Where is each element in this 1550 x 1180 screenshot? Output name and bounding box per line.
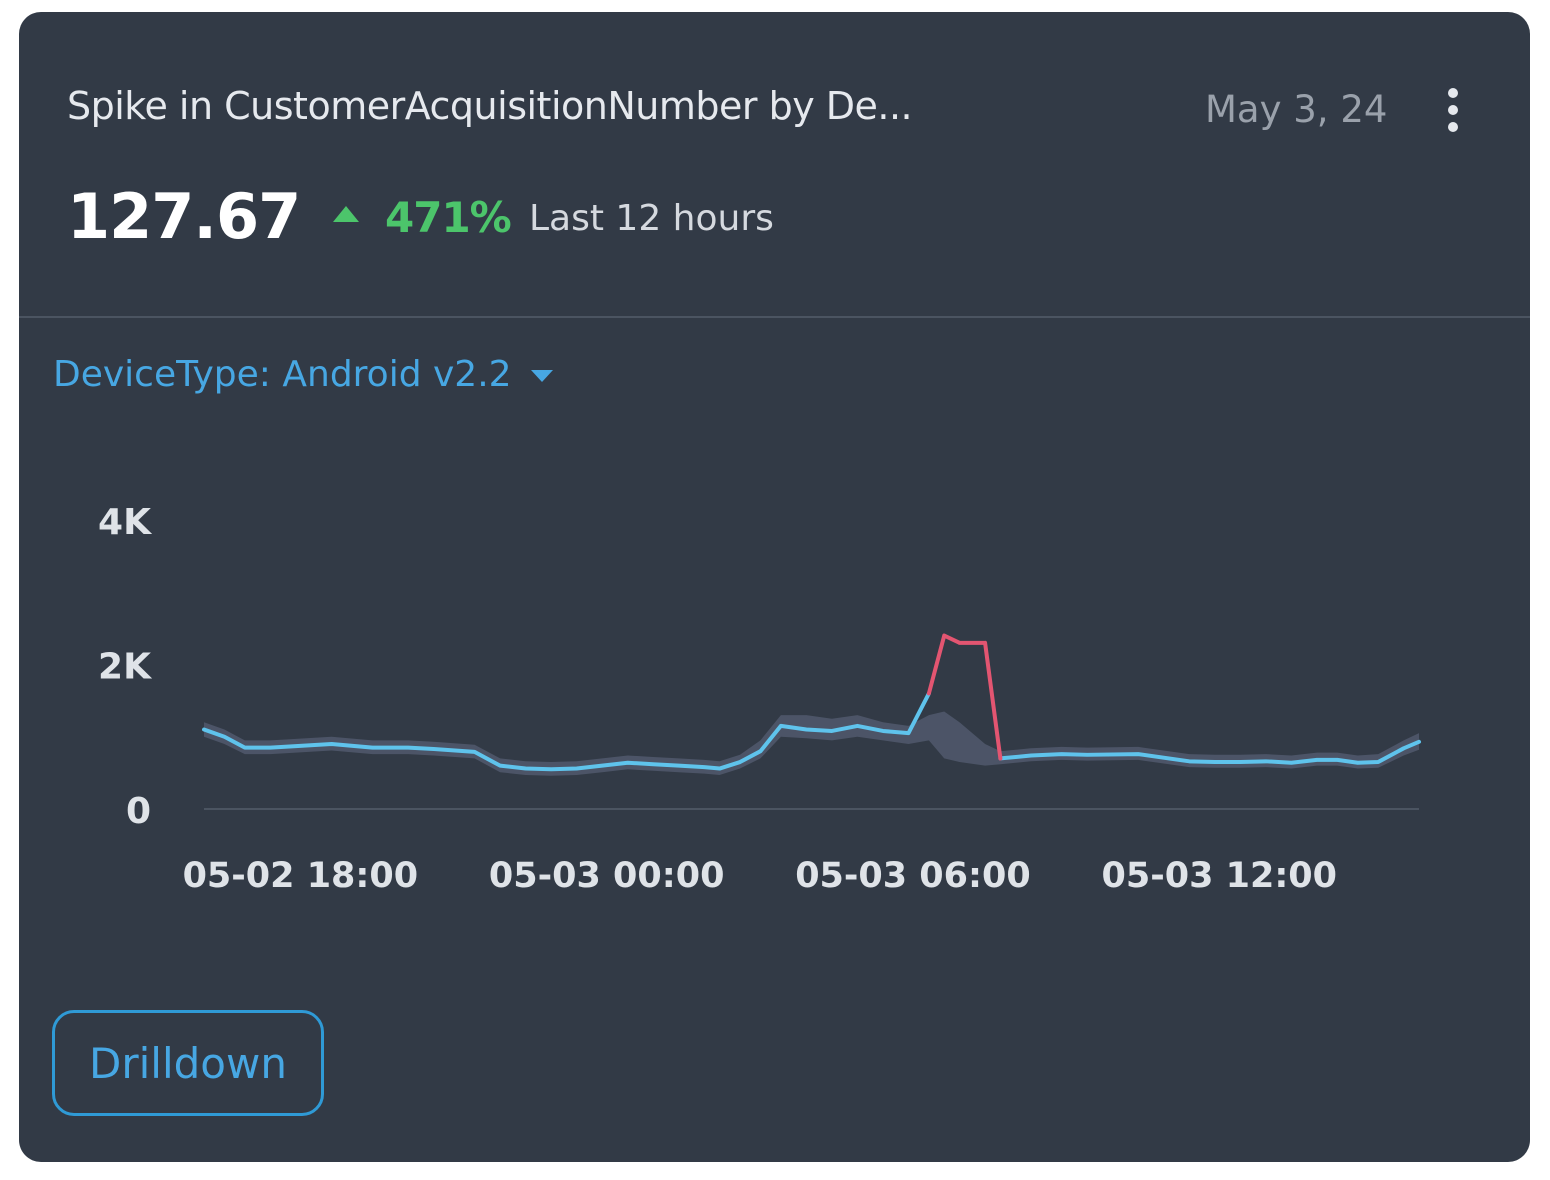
kpi-value: 127.67 <box>67 180 301 253</box>
kebab-menu-icon[interactable] <box>1439 88 1469 132</box>
x-tick-label: 05-03 06:00 <box>795 856 1031 896</box>
caret-down-icon <box>531 370 554 382</box>
anomaly-card: Spike in CustomerAcquisitionNumber by De… <box>19 12 1530 1162</box>
triangle-up-icon <box>333 206 359 222</box>
kpi-period: Last 12 hours <box>529 198 774 239</box>
card-title[interactable]: Spike in CustomerAcquisitionNumber by De… <box>67 84 1067 128</box>
drilldown-button[interactable]: Drilldown <box>52 1010 324 1116</box>
card-header: Spike in CustomerAcquisitionNumber by De… <box>19 12 1530 317</box>
device-type-filter[interactable]: DeviceType: Android v2.2 <box>53 354 555 395</box>
filter-label: DeviceType: Android v2.2 <box>53 354 512 395</box>
x-tick-label: 05-02 18:00 <box>183 856 419 896</box>
y-tick-label: 4K <box>98 502 152 543</box>
y-tick-label: 0 <box>126 791 151 832</box>
card-date: May 3, 24 <box>1205 88 1388 131</box>
line-chart: 0 2K 4K 05-02 18:00 05-03 00:00 05-03 06:00 05… <box>98 502 1421 896</box>
x-tick-label: 05-03 00:00 <box>489 856 725 896</box>
confidence-band <box>204 711 1419 776</box>
kpi-change-percent: 471% <box>385 193 512 242</box>
y-tick-label: 2K <box>98 647 152 688</box>
x-tick-label: 05-03 12:00 <box>1101 856 1337 896</box>
header-divider <box>19 316 1530 318</box>
